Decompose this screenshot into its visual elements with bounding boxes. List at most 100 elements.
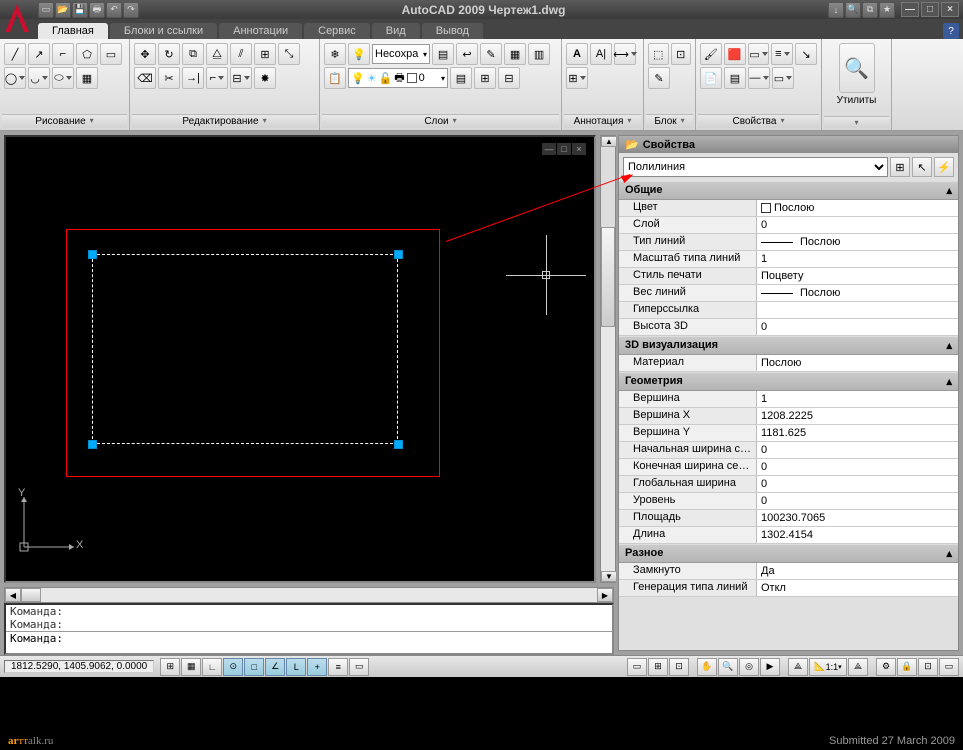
break-icon[interactable]: ⊟: [230, 67, 252, 89]
property-value[interactable]: 0: [757, 476, 958, 492]
prop-dialog-icon[interactable]: ↘: [795, 43, 817, 65]
scroll-up-icon[interactable]: ▲: [601, 136, 617, 147]
zoom-icon[interactable]: 🔍: [718, 658, 738, 676]
property-row[interactable]: Глобальная ширина0: [619, 476, 958, 493]
tab-home[interactable]: Главная: [38, 23, 108, 39]
property-value[interactable]: 1208.2225: [757, 408, 958, 424]
property-row[interactable]: Тип линийПослою: [619, 234, 958, 251]
layer-btn-e-icon[interactable]: ⊟: [498, 67, 520, 89]
grip[interactable]: [88, 440, 97, 449]
steering-wheel-icon[interactable]: ◎: [739, 658, 759, 676]
panel-title-utilities[interactable]: [824, 116, 889, 128]
drawing-canvas[interactable]: — □ ×: [4, 135, 596, 583]
match-prop-icon[interactable]: 🖌: [700, 43, 722, 65]
lwt-toggle-icon[interactable]: ≡: [328, 658, 348, 676]
property-row[interactable]: Вес линийПослою: [619, 285, 958, 302]
property-row[interactable]: Конечная ширина сегме...0: [619, 459, 958, 476]
otrack-toggle-icon[interactable]: ∠: [265, 658, 285, 676]
property-value[interactable]: Послою: [757, 355, 958, 371]
property-value[interactable]: 1302.4154: [757, 527, 958, 543]
comm-center-icon[interactable]: ⧉: [862, 2, 878, 18]
ellipse-icon[interactable]: ⬭: [52, 67, 74, 89]
layer-match-icon[interactable]: ✎: [480, 43, 502, 65]
clean-screen-icon[interactable]: ▭: [939, 658, 959, 676]
layer-btn-d-icon[interactable]: ⊞: [474, 67, 496, 89]
property-row[interactable]: Слой0: [619, 217, 958, 234]
panel-title-modify[interactable]: Редактирование: [132, 114, 317, 128]
property-group-header[interactable]: Разное▴: [619, 544, 958, 563]
quick-select-icon[interactable]: ⚡: [934, 157, 954, 177]
property-value[interactable]: Послою: [757, 285, 958, 301]
property-group-header[interactable]: 3D визуализация▴: [619, 336, 958, 355]
horizontal-scrollbar[interactable]: ◀ ▶: [4, 587, 614, 603]
scroll-track[interactable]: [41, 588, 597, 602]
open-icon[interactable]: 📂: [55, 2, 71, 18]
redo-icon[interactable]: ↷: [123, 2, 139, 18]
favorites-icon[interactable]: ★: [879, 2, 895, 18]
property-row[interactable]: Площадь100230.7065: [619, 510, 958, 527]
circle-icon[interactable]: ◯: [4, 67, 26, 89]
list-icon[interactable]: 📄: [700, 67, 722, 89]
property-row[interactable]: ЗамкнутоДа: [619, 563, 958, 580]
layer-iso-icon[interactable]: ▤: [432, 43, 454, 65]
workspace-switching-icon[interactable]: ⚙: [876, 658, 896, 676]
property-value[interactable]: Послою: [757, 234, 958, 250]
offset-icon[interactable]: ⫽: [230, 43, 252, 65]
polygon-icon[interactable]: ⬠: [76, 43, 98, 65]
scroll-thumb[interactable]: [21, 588, 41, 602]
panel-title-block[interactable]: Блок: [646, 114, 693, 128]
property-row[interactable]: Гиперссылка: [619, 302, 958, 319]
panel-title-draw[interactable]: Рисование: [2, 114, 127, 128]
property-value[interactable]: 1181.625: [757, 425, 958, 441]
doc-minimize-button[interactable]: —: [542, 143, 556, 155]
osnap-toggle-icon[interactable]: □: [244, 658, 264, 676]
property-row[interactable]: МатериалПослою: [619, 355, 958, 372]
search-icon[interactable]: 🔍: [845, 2, 861, 18]
arc-icon[interactable]: ◡: [28, 67, 50, 89]
dimension-icon[interactable]: ⟷: [614, 43, 636, 65]
panel-title-properties[interactable]: Свойства: [698, 114, 819, 128]
layer-prev-icon[interactable]: ↩: [456, 43, 478, 65]
property-value[interactable]: Откл: [757, 580, 958, 596]
toggle-pickadd-icon[interactable]: ⊞: [890, 157, 910, 177]
annotation-scale-icon[interactable]: ⟁: [788, 658, 808, 676]
property-row[interactable]: Высота 3D0: [619, 319, 958, 336]
scroll-track[interactable]: [601, 327, 615, 571]
layer-off-icon[interactable]: 💡: [348, 43, 370, 65]
pan-icon[interactable]: ✋: [697, 658, 717, 676]
doc-close-button[interactable]: ×: [572, 143, 586, 155]
fillet-icon[interactable]: ⌐: [206, 67, 228, 89]
hatch-icon[interactable]: ▦: [76, 67, 98, 89]
property-value[interactable]: Поцвету: [757, 268, 958, 284]
grid-toggle-icon[interactable]: ▦: [181, 658, 201, 676]
dyn-toggle-icon[interactable]: +: [307, 658, 327, 676]
tab-view[interactable]: Вид: [372, 23, 420, 39]
grip[interactable]: [394, 250, 403, 259]
property-value[interactable]: 1: [757, 391, 958, 407]
command-prompt[interactable]: Команда:: [6, 631, 612, 645]
expand-icon[interactable]: ⊡: [918, 658, 938, 676]
text-icon[interactable]: A|: [590, 43, 612, 65]
panel-title-annotation[interactable]: Аннотация: [564, 114, 641, 128]
property-value[interactable]: Да: [757, 563, 958, 579]
doc-maximize-button[interactable]: □: [557, 143, 571, 155]
coordinate-readout[interactable]: 1812.5290, 1405.9062, 0.0000: [4, 660, 154, 673]
new-icon[interactable]: ▭: [38, 2, 54, 18]
property-value[interactable]: 0: [757, 442, 958, 458]
ortho-toggle-icon[interactable]: ∟: [202, 658, 222, 676]
snap-toggle-icon[interactable]: ⊞: [160, 658, 180, 676]
layer-dropdown[interactable]: 💡☀🔓🖶 0 ▾: [348, 68, 448, 88]
property-value[interactable]: 0: [757, 319, 958, 335]
color-icon[interactable]: 🟥: [724, 43, 746, 65]
mtext-icon[interactable]: A: [566, 43, 588, 65]
copy-icon[interactable]: ⧉: [182, 43, 204, 65]
trim-icon[interactable]: ✂: [158, 67, 180, 89]
ducs-toggle-icon[interactable]: L: [286, 658, 306, 676]
toolbar-lock-icon[interactable]: 🔒: [897, 658, 917, 676]
annotation-visibility-icon[interactable]: ⟁: [848, 658, 868, 676]
layer-btn-c-icon[interactable]: ▤: [450, 67, 472, 89]
property-row[interactable]: Генерация типа линийОткл: [619, 580, 958, 597]
property-value[interactable]: 0: [757, 217, 958, 233]
vertical-scrollbar[interactable]: ▲ ▼: [600, 135, 616, 583]
print-icon[interactable]: 🖶: [89, 2, 105, 18]
